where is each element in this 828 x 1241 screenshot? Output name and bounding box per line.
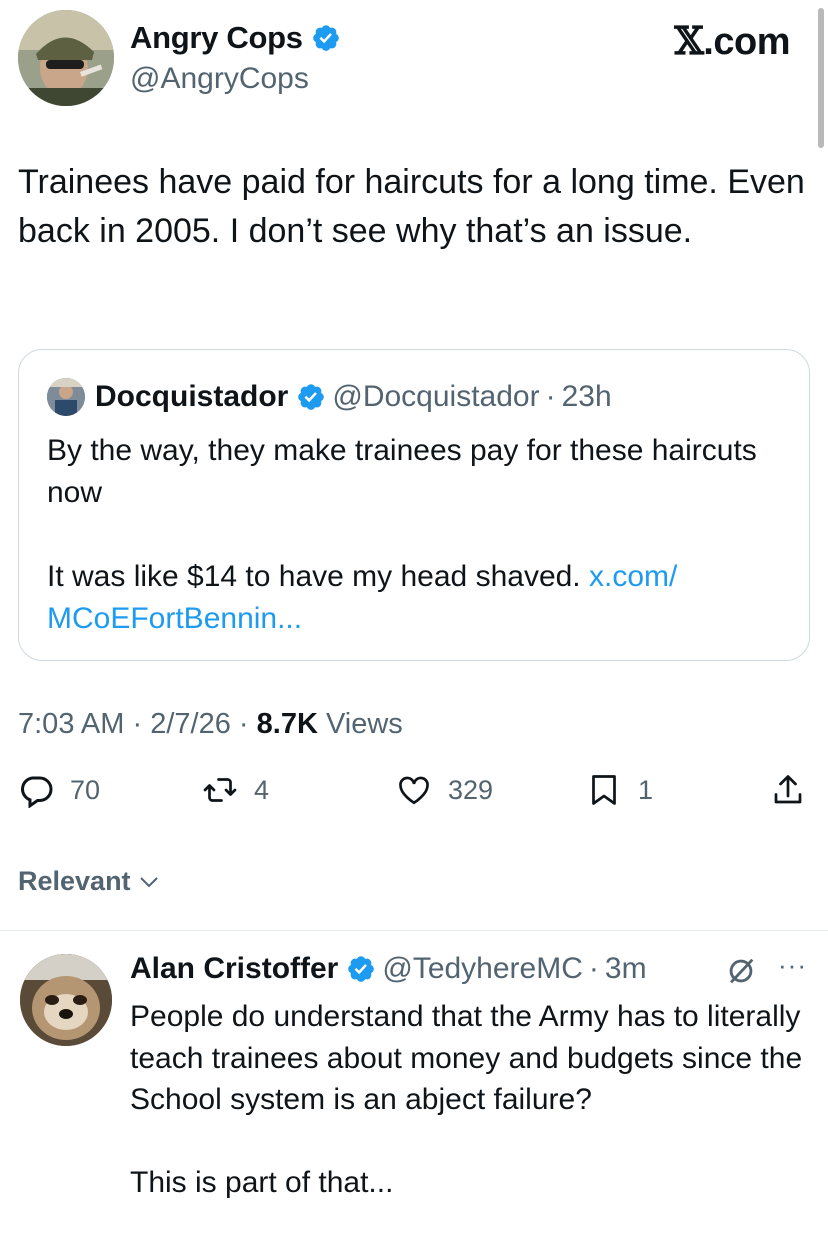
quoted-tweet-text: By the way, they make trainees pay for t… <box>47 430 777 640</box>
quoted-text-line1: By the way, they make trainees pay for t… <box>47 434 757 509</box>
share-button[interactable] <box>770 772 806 808</box>
quoted-author-avatar[interactable] <box>47 378 85 416</box>
reply-count: 70 <box>70 774 101 805</box>
quoted-tweet-age: 23h <box>561 380 612 413</box>
verified-badge-icon <box>298 384 325 410</box>
like-count: 329 <box>448 774 494 805</box>
like-icon <box>399 776 429 805</box>
quoted-author-handle[interactable]: @Docquistador <box>332 380 539 414</box>
tweet-text: Trainees have paid for haircuts for a lo… <box>18 163 805 250</box>
tweet-date[interactable]: 2/7/26 <box>150 708 231 740</box>
quoted-author-name[interactable]: Docquistador <box>95 380 288 414</box>
quoted-text-line2: It was like $14 to have my head shaved. <box>47 560 581 593</box>
share-icon <box>774 775 802 804</box>
tweet-meta: 7:03 AM · 2/7/26 · 8.7K Views <box>18 708 403 741</box>
bookmark-count: 1 <box>638 774 654 805</box>
scrollbar[interactable] <box>818 8 824 148</box>
reply-author-avatar[interactable] <box>20 954 112 1046</box>
sort-dropdown[interactable]: Relevant <box>18 866 161 897</box>
grok-icon[interactable] <box>724 954 758 988</box>
brand-logo: 𝕏.com <box>674 18 790 64</box>
reply-button[interactable]: 70 <box>18 772 100 808</box>
verified-badge-icon <box>348 956 375 982</box>
reply-header: Alan Cristoffer @TedyhereMC · 3m <box>130 952 647 986</box>
sort-label: Relevant <box>18 866 131 896</box>
reply-author-name[interactable]: Alan Cristoffer <box>130 952 338 986</box>
author-name-text[interactable]: Angry Cops <box>130 20 303 56</box>
divider <box>0 930 828 931</box>
bookmark-button[interactable]: 1 <box>586 772 653 808</box>
repost-button[interactable]: 4 <box>202 772 269 808</box>
more-icon[interactable]: ··· <box>778 950 807 981</box>
reply-icon <box>21 776 53 808</box>
author-name[interactable]: Angry Cops <box>130 20 341 56</box>
bookmark-icon <box>592 775 616 805</box>
separator: · <box>238 708 249 740</box>
brand-label: .com <box>703 21 790 63</box>
verified-badge-icon <box>312 25 339 51</box>
quoted-text-line2-wrap: It was like $14 to have my head shaved. … <box>47 556 777 640</box>
repost-count: 4 <box>254 774 270 805</box>
reply-author-handle[interactable]: @TedyhereMC <box>382 952 583 986</box>
views-label[interactable]: Views <box>326 708 403 740</box>
action-bar: 70 4 329 1 <box>18 772 810 828</box>
like-button[interactable]: 329 <box>396 772 493 808</box>
separator: · <box>132 708 143 740</box>
author-handle[interactable]: @AngryCops <box>130 62 309 96</box>
quoted-tweet-header: Docquistador @Docquistador · 23h <box>47 378 612 416</box>
views-count[interactable]: 8.7K <box>257 708 318 740</box>
repost-icon <box>203 778 237 802</box>
author-avatar[interactable] <box>18 10 114 106</box>
quoted-tweet-card[interactable]: Docquistador @Docquistador · 23h By the … <box>18 349 810 661</box>
separator: · <box>588 952 599 985</box>
chevron-down-icon <box>139 876 158 887</box>
reply-text: People do understand that the Army has t… <box>130 1000 803 1199</box>
tweet-time[interactable]: 7:03 AM <box>18 708 124 740</box>
reply-age: 3m <box>604 952 647 985</box>
separator: · <box>545 380 556 413</box>
x-logo-icon: 𝕏 <box>674 18 704 63</box>
